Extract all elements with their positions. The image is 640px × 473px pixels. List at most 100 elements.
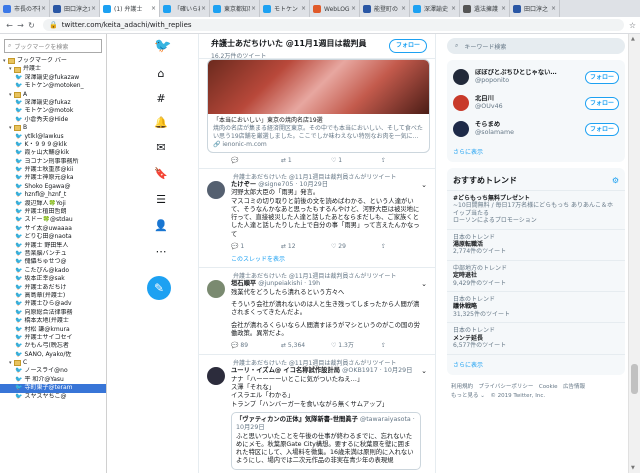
browser-tab[interactable]: 田口淳之 × (510, 0, 560, 17)
browser-tab[interactable]: 市長の不祥× (0, 0, 50, 17)
browser-tab[interactable]: 遺法擁護 × (460, 0, 510, 17)
bookmark-item[interactable]: 🐦 K・９９９@klk (0, 141, 106, 149)
page-scrollbar[interactable]: ▲ ▼ (628, 34, 640, 473)
scroll-up-icon[interactable]: ▲ (631, 36, 635, 42)
browser-tab[interactable]: 田口淳之介× (50, 0, 100, 17)
author-name[interactable]: ユーリ・イズム@ イコ名称試作設計局 (231, 367, 340, 374)
close-icon[interactable]: × (151, 5, 156, 12)
bookmark-item[interactable]: 🐦 橋本太地(弁護士 (0, 317, 106, 325)
bookmark-item[interactable]: 🐦 弁護士サイコセイ (0, 334, 106, 342)
bookmark-item[interactable]: 🐦 こたぴん@kado (0, 267, 106, 275)
footer-links[interactable]: 利用規約 プライバシーポリシー Cookie 広告情報 (451, 383, 621, 392)
follow-button[interactable]: フォロー (389, 39, 427, 53)
compose-button[interactable]: ✎ (147, 276, 171, 300)
close-icon[interactable]: × (91, 5, 96, 12)
bookmark-item[interactable]: 🐦 ヨコナン刑事事務所 (0, 158, 106, 166)
bookmark-item[interactable]: 🐦 弁護士ひら@adv (0, 300, 106, 308)
tweet-action[interactable]: ♡ 29 (331, 243, 381, 251)
bookmark-item[interactable]: 🐦 平 和介@Yasu (0, 376, 106, 384)
bookmark-item[interactable]: 🐦 スヤスヤちこ@ (0, 393, 106, 401)
close-icon[interactable]: × (41, 5, 46, 12)
avatar[interactable] (207, 280, 225, 299)
account-name[interactable]: 北白川 (475, 95, 585, 103)
bookmark-icon[interactable]: 🔖 (154, 167, 168, 181)
bookmark-item[interactable]: 🐦 音楽脳バンチュ (0, 250, 106, 258)
bookmark-item[interactable]: 🐦 弁護士植田哲朗 (0, 208, 106, 216)
profile-icon[interactable]: 👤 (154, 219, 168, 233)
trend-item[interactable]: 日本のトレンド メンテ延長 6,577件のツイート (447, 323, 625, 355)
chevron-down-icon[interactable]: ⌄ (421, 280, 427, 350)
tweet-action[interactable]: ⇄ 1 (281, 157, 331, 164)
forward-icon[interactable]: → (15, 21, 26, 30)
tweet-action[interactable]: ♡ 1.3万 (331, 342, 381, 350)
tweet-action[interactable]: 💬 (231, 157, 281, 164)
tweet-action[interactable]: ⇪ (381, 157, 431, 164)
bookmark-item[interactable]: 🐦 SANO, Ayako/佐 (0, 351, 106, 359)
bookmark-item[interactable]: 🐦 サイ太@uwaaaa (0, 225, 106, 233)
browser-tab[interactable]: モトケン (× (260, 0, 310, 17)
browser-tab[interactable]: 深澤諭史 × (410, 0, 460, 17)
bookmark-item[interactable]: 🐦 村松 謙@kmura (0, 326, 106, 334)
bookmark-star-icon[interactable]: ☆ (629, 21, 636, 30)
trend-item[interactable]: 中部地方のトレンド 定時退社 9,429件のツイート (447, 261, 625, 293)
close-icon[interactable]: × (501, 5, 506, 12)
hashtag-icon[interactable]: # (154, 92, 168, 106)
bookmark-item[interactable]: 🐦 高島章(弁護士) (0, 292, 106, 300)
bookmark-folder[interactable]: ▾ 弁護士 (0, 65, 106, 73)
bookmark-item[interactable]: 🐦 モトケン@motok (0, 107, 106, 115)
url-field[interactable]: 🔒 twitter.com/keita_adachi/with_replies (43, 19, 624, 31)
bookmark-item[interactable]: 🐦 どりむ田@naota (0, 233, 106, 241)
twitter-bird-icon[interactable]: 🐦 (154, 39, 171, 53)
show-thread-link[interactable]: このスレッドを表示 (231, 254, 427, 263)
bookmark-item[interactable]: 🐦 霞ヶ山大輔@kik (0, 149, 106, 157)
reload-icon[interactable]: ↻ (26, 21, 37, 30)
author-name[interactable]: 垣石順平 (231, 280, 256, 287)
avatar[interactable] (207, 367, 225, 386)
close-icon[interactable]: × (551, 5, 556, 12)
bookmark-item[interactable]: 🐦 弁護士秋重彦@kii (0, 166, 106, 174)
author-name[interactable]: たけぞー (231, 181, 256, 188)
follow-button[interactable]: フォロー (585, 96, 619, 110)
close-icon[interactable]: × (301, 5, 306, 12)
home-icon[interactable]: ⌂ (154, 67, 168, 81)
bookmark-item[interactable]: 🐦 弁護士あだちけ (0, 284, 106, 292)
trends-more-link[interactable]: さらに表示 (447, 355, 625, 375)
follow-button[interactable]: フォロー (585, 122, 619, 136)
avatar[interactable] (453, 121, 469, 137)
close-icon[interactable]: × (401, 5, 406, 12)
bookmark-item[interactable]: 🐦 傀儡ちゅせつ@ (0, 258, 106, 266)
bookmark-item[interactable]: 🐦 深澤諭史@fukazaw (0, 74, 106, 82)
twitter-search-input[interactable]: ⌕ キーワード検索 (447, 38, 625, 54)
back-icon[interactable]: ← (4, 21, 15, 30)
follow-button[interactable]: フォロー (585, 70, 619, 84)
tweet-action[interactable]: ♡ 1 (331, 157, 381, 164)
bookmark-item[interactable]: 🐦 寺町東子@teram (0, 384, 106, 393)
close-icon[interactable]: × (201, 5, 206, 12)
bookmark-item[interactable]: 🐦 かもん弓(晩忘者 (0, 342, 106, 350)
browser-tab[interactable]: (1) 弁護士 × (100, 0, 160, 17)
browser-tab[interactable]: WebLOGビ× (310, 0, 360, 17)
bookmark-item[interactable]: 🐦 向原総合法律事務 (0, 309, 106, 317)
bookmark-folder[interactable]: ▾ A (0, 91, 106, 99)
scroll-down-icon[interactable]: ▼ (631, 465, 635, 471)
tweet-action[interactable]: 💬 1 (231, 243, 281, 251)
tweet-action[interactable]: 💬 89 (231, 342, 281, 350)
avatar[interactable] (453, 69, 469, 85)
trend-item[interactable]: 日本のトレンド 議休戦略 31,325件のツイート (447, 292, 625, 324)
browser-tab[interactable]: 「確いられ× (160, 0, 210, 17)
chevron-down-icon[interactable]: ⌄ (421, 367, 427, 469)
bookmark-search-input[interactable]: ⌕ ブックマークを検索 (4, 39, 102, 53)
trend-item[interactable]: #どらもっち無料プレゼント ~10日間無料 / 毎日17万名様にどらもっち ありあ… (447, 191, 625, 230)
bookmark-item[interactable]: 🐦 Shoko Egawa@ (0, 183, 106, 191)
bookmark-folder[interactable]: ▾ C (0, 359, 106, 367)
bookmark-item[interactable]: 🐦 スドー🍀@stdau (0, 216, 106, 224)
close-icon[interactable]: × (451, 5, 456, 12)
bookmark-item[interactable]: 🐦 弁護士神原元@ka (0, 174, 106, 182)
bookmark-item[interactable]: 🐦 渡辺輝人🍀Yoji (0, 200, 106, 208)
browser-tab[interactable]: 東京都知事× (210, 0, 260, 17)
bookmark-item[interactable]: 🐦 坂本正幸@sak (0, 275, 106, 283)
close-icon[interactable]: × (351, 5, 356, 12)
bookmark-folder[interactable]: ▾ B (0, 124, 106, 132)
bookmark-folder[interactable]: ▾ ブックマーク バー (0, 57, 106, 65)
tweet-action[interactable]: ⇄ 12 (281, 243, 331, 251)
